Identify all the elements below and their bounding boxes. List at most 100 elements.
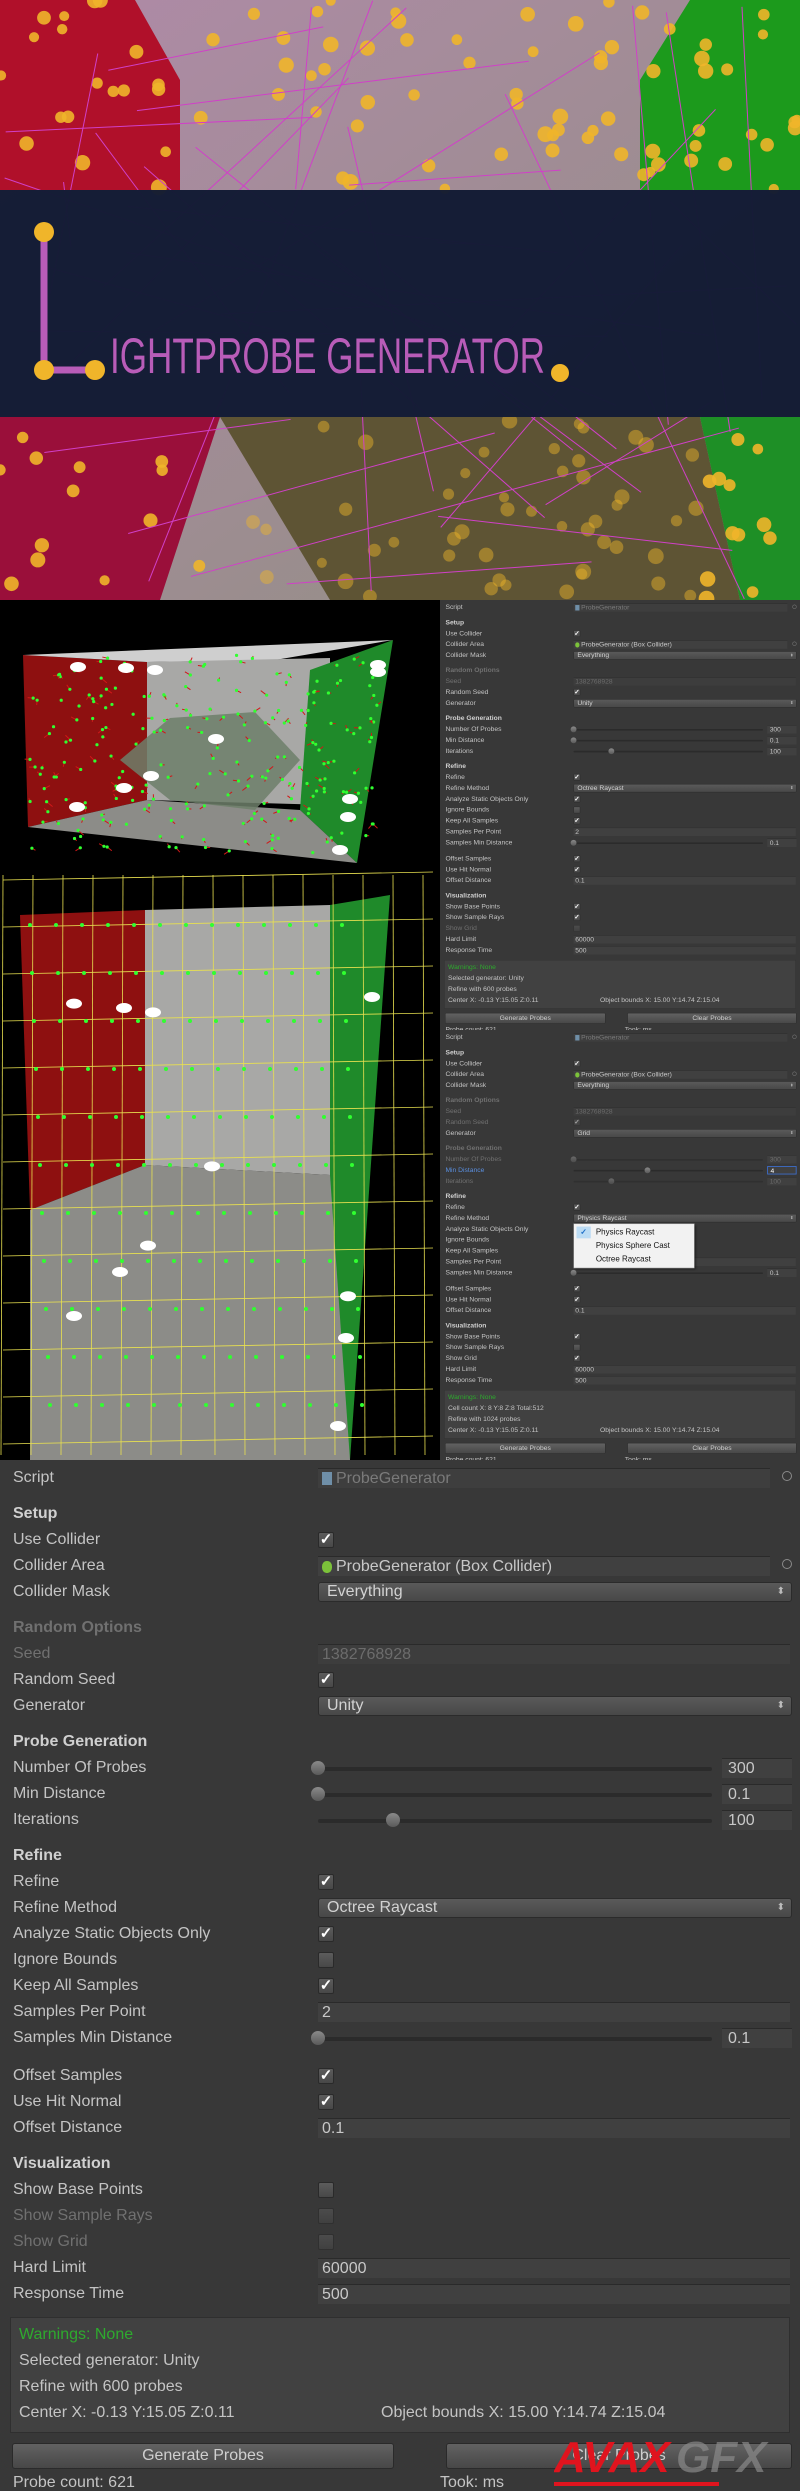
checkbox-refine[interactable]: ✓ — [318, 1874, 334, 1890]
checkbox-refine[interactable]: ✓ — [573, 774, 581, 781]
light-probe-gizmo-icon[interactable] — [147, 665, 163, 675]
number-field-iterations[interactable]: 100 — [767, 747, 797, 756]
checkbox-offset-samples[interactable]: ✓ — [573, 1285, 581, 1293]
dropdown-collider-mask[interactable]: Everything ⬍ — [573, 651, 797, 660]
clear-probes-button[interactable]: Clear Probes — [627, 1442, 797, 1454]
object-picker-icon[interactable] — [792, 604, 797, 609]
menu-item-physics-sphere-cast[interactable]: Physics Sphere Cast — [574, 1239, 694, 1252]
number-field-min-distance[interactable]: 4 — [767, 1166, 797, 1175]
scene-viewport-grid[interactable] — [0, 865, 436, 1460]
number-field-number-of-probes[interactable]: 300 — [767, 725, 797, 734]
dropdown-generator[interactable]: Unity ⬍ — [573, 699, 797, 708]
checkbox-use-hit-normal[interactable]: ✓ — [573, 1296, 581, 1303]
text-field-samples-per-point[interactable]: 2 — [573, 827, 796, 837]
light-probe-gizmo-icon[interactable] — [116, 783, 132, 793]
light-probe-gizmo-icon[interactable] — [338, 1333, 354, 1343]
text-field-offset-distance[interactable]: 0.1 — [318, 2118, 790, 2138]
dropdown-refine-method[interactable]: Physics Raycast ⬍ — [573, 1213, 797, 1223]
slider-thumb[interactable] — [570, 1269, 577, 1276]
text-field-samples-per-point[interactable]: 2 — [318, 2002, 790, 2022]
text-field-hard-limit[interactable]: 60000 — [573, 935, 796, 944]
slider-min-distance[interactable] — [311, 1787, 712, 1801]
text-field-response-time[interactable]: 500 — [573, 946, 796, 955]
checkbox-analyze-static-objects-only[interactable]: ✓ — [573, 795, 581, 803]
object-picker-icon[interactable] — [792, 641, 797, 646]
light-probe-gizmo-icon[interactable] — [364, 992, 380, 1002]
dropdown-refine-method[interactable]: Octree Raycast ⬍ — [573, 783, 797, 793]
object-field-collider-area[interactable]: ProbeGenerator (Box Collider) — [573, 1070, 788, 1079]
number-field-samples-min-distance[interactable]: 0.1 — [767, 838, 797, 847]
slider-thumb[interactable] — [311, 2031, 325, 2045]
text-field-response-time[interactable]: 500 — [318, 2284, 790, 2304]
slider-thumb[interactable] — [385, 1813, 400, 1827]
slider-thumb[interactable] — [608, 748, 615, 755]
slider-number-of-probes[interactable] — [311, 1761, 712, 1775]
light-probe-gizmo-icon[interactable] — [140, 1240, 156, 1251]
light-probe-gizmo-icon[interactable] — [332, 845, 348, 855]
slider-samples-min-distance[interactable] — [570, 1269, 763, 1276]
light-probe-gizmo-icon[interactable] — [340, 812, 356, 822]
object-picker-icon[interactable] — [792, 1034, 797, 1039]
checkbox-ignore-bounds[interactable] — [318, 1952, 334, 1968]
dropdown-generator[interactable]: Grid ⬍ — [573, 1129, 797, 1138]
generate-probes-button[interactable]: Generate Probes — [12, 2443, 394, 2469]
checkbox-use-collider[interactable]: ✓ — [318, 1532, 334, 1548]
checkbox-show-base-points[interactable]: ✓ — [573, 903, 581, 910]
text-field-hard-limit[interactable]: 60000 — [318, 2258, 790, 2278]
dropdown-generator[interactable]: Unity ⬍ — [318, 1696, 792, 1716]
checkbox-show-base-points[interactable]: ✓ — [573, 1333, 581, 1340]
slider-number-of-probes[interactable] — [570, 726, 763, 733]
checkbox-show-sample-rays[interactable]: ✓ — [573, 914, 581, 921]
number-field-min-distance[interactable]: 0.1 — [722, 1784, 792, 1804]
checkbox-use-collider[interactable]: ✓ — [573, 630, 581, 637]
light-probe-gizmo-icon[interactable] — [208, 734, 224, 744]
checkbox-analyze-static-objects-only[interactable]: ✓ — [318, 1926, 334, 1942]
generate-probes-button[interactable]: Generate Probes — [445, 1442, 606, 1454]
checkbox-show-sample-rays[interactable] — [573, 1344, 581, 1351]
number-field-samples-min-distance[interactable]: 0.1 — [722, 2028, 792, 2048]
checkbox-ignore-bounds[interactable] — [573, 806, 581, 814]
light-probe-gizmo-icon[interactable] — [340, 1291, 356, 1302]
checkbox-keep-all-samples[interactable]: ✓ — [573, 817, 581, 825]
scene-viewport-random[interactable] — [0, 600, 436, 865]
object-field-collider-area[interactable]: ProbeGenerator (Box Collider) — [318, 1556, 770, 1576]
light-probe-gizmo-icon[interactable] — [204, 1161, 220, 1172]
object-picker-icon[interactable] — [782, 1559, 792, 1569]
light-probe-gizmo-icon[interactable] — [145, 1007, 161, 1018]
number-field-iterations[interactable]: 100 — [722, 1810, 792, 1830]
number-field-number-of-probes[interactable]: 300 — [722, 1758, 792, 1778]
checkbox-use-collider[interactable]: ✓ — [573, 1060, 581, 1067]
checkbox-random-seed[interactable]: ✓ — [573, 689, 581, 696]
checkbox-random-seed[interactable]: ✓ — [318, 1672, 334, 1688]
light-probe-gizmo-icon[interactable] — [143, 771, 159, 781]
dropdown-refine-method[interactable]: Octree Raycast ⬍ — [318, 1898, 792, 1918]
object-picker-icon[interactable] — [782, 1471, 792, 1481]
slider-thumb[interactable] — [570, 839, 577, 846]
light-probe-gizmo-icon[interactable] — [112, 1267, 128, 1277]
menu-item-octree-raycast[interactable]: Octree Raycast — [574, 1253, 694, 1266]
slider-thumb[interactable] — [570, 737, 577, 744]
dropdown-collider-mask[interactable]: Everything ⬍ — [573, 1081, 797, 1090]
light-probe-gizmo-icon[interactable] — [66, 1311, 82, 1321]
text-field-hard-limit[interactable]: 60000 — [573, 1365, 796, 1374]
light-probe-gizmo-icon[interactable] — [342, 794, 358, 804]
slider-iterations[interactable] — [573, 748, 763, 755]
checkbox-keep-all-samples[interactable]: ✓ — [318, 1978, 334, 1994]
object-picker-icon[interactable] — [792, 1071, 797, 1076]
light-probe-gizmo-icon[interactable] — [70, 662, 86, 672]
dropdown-collider-mask[interactable]: Everything ⬍ — [318, 1582, 792, 1602]
slider-samples-min-distance[interactable] — [570, 839, 763, 846]
light-probe-gizmo-icon[interactable] — [330, 1421, 346, 1431]
checkbox-offset-samples[interactable]: ✓ — [318, 2068, 334, 2084]
text-field-offset-distance[interactable]: 0.1 — [573, 1306, 796, 1315]
slider-thumb[interactable] — [311, 1787, 325, 1801]
number-field-min-distance[interactable]: 0.1 — [767, 736, 797, 745]
slider-thumb[interactable] — [311, 1761, 325, 1775]
menu-item-physics-raycast[interactable]: ✓ Physics Raycast — [574, 1226, 694, 1239]
checkbox-use-hit-normal[interactable]: ✓ — [318, 2094, 334, 2110]
checkbox-refine[interactable]: ✓ — [573, 1204, 581, 1211]
slider-iterations[interactable] — [318, 1813, 712, 1827]
clear-probes-button[interactable]: Clear Probes — [627, 1012, 797, 1024]
slider-min-distance[interactable] — [573, 1167, 763, 1174]
object-field-collider-area[interactable]: ProbeGenerator (Box Collider) — [573, 640, 788, 649]
